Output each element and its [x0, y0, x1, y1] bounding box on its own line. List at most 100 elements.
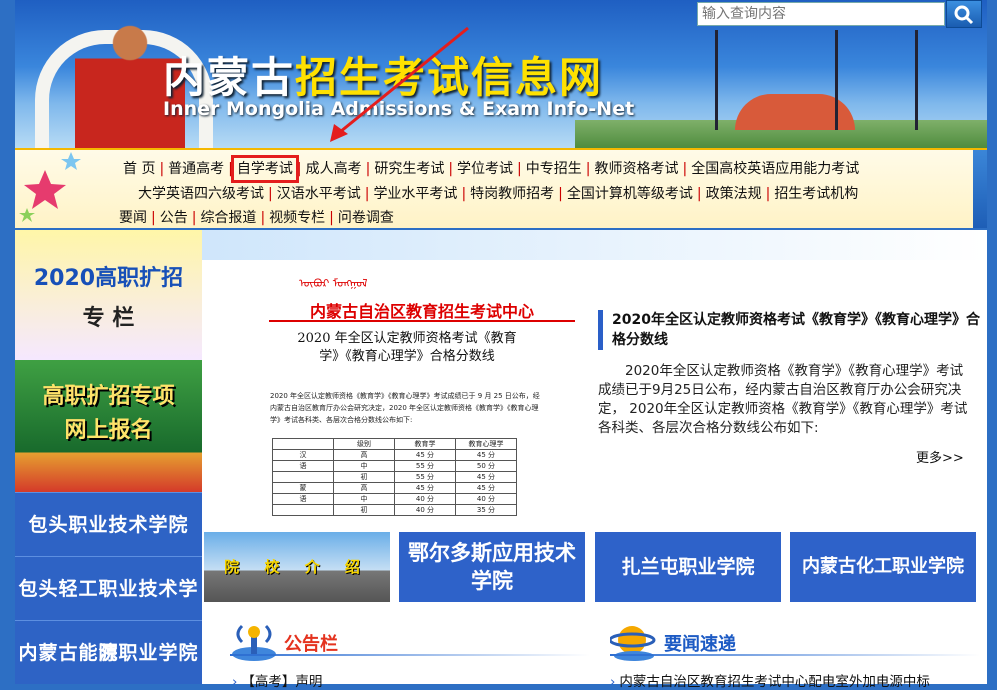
- bullet-icon: ›: [232, 674, 238, 690]
- main-nav: 首 页 | 普通高考 | 自学考试 | 成人高考 | 研究生考试 | 学位考试 | 中专招生 | 教师资格考…: [15, 148, 987, 228]
- nav-item[interactable]: 首 页: [123, 161, 155, 177]
- table-header-cell: [272, 438, 334, 450]
- table-cell: 45 分: [455, 471, 517, 483]
- news-document-image[interactable]: ᠥᠪᠦᠷ ᠮᠣᠩᠭᠣᠯ 内蒙古自治区教育招生考试中心 2020 年全区认定教师资…: [224, 260, 580, 556]
- sidebar-college-list: 包头职业技术学院 包头轻工职业技术学院 内蒙古能源职业学院: [15, 492, 202, 684]
- nav-item[interactable]: 教师资格考试: [594, 161, 678, 177]
- table-cell: 初: [333, 504, 395, 516]
- news-header-line: [610, 654, 980, 656]
- headline-title[interactable]: 2020年全区认定教师资格考试《教育学》《教育心理学》合格分数线: [598, 310, 987, 350]
- nav-item[interactable]: 学位考试: [457, 161, 513, 177]
- table-cell: 45 分: [394, 449, 456, 461]
- banner-flag-pole: [835, 30, 838, 130]
- nav-item[interactable]: 大学英语四六级考试: [138, 186, 264, 202]
- nav-separator: |: [682, 161, 688, 177]
- nav-item[interactable]: 自学考试: [230, 155, 299, 183]
- banner-flag-pole: [715, 30, 718, 130]
- promo2-line2: 网上报名: [64, 418, 153, 443]
- table-cell: 55 分: [394, 471, 456, 483]
- search-icon: [954, 5, 974, 25]
- nav-item[interactable]: 视频专栏: [269, 210, 325, 226]
- doc-body: 2020 年全区认定教师资格《教育学》《教育心理学》考试成绩已于 9 月 25 …: [270, 392, 540, 424]
- site-title-part2: 招生考试信息网: [295, 53, 604, 102]
- doc-title-line2: 学》《教育心理学》合格分数线: [319, 349, 495, 364]
- nav-separator: |: [329, 210, 334, 226]
- sidebar-college-link[interactable]: 包头轻工职业技术学院: [15, 556, 202, 664]
- college-banner-chemical[interactable]: 内蒙古化工职业学院: [790, 532, 976, 602]
- news-item[interactable]: › 内蒙古自治区教育招生考试中心配电室外加电源中标: [610, 670, 980, 690]
- table-header-cell: 教育心理学: [455, 438, 517, 450]
- nav-separator: |: [448, 161, 454, 177]
- doc-org-name: 内蒙古自治区教育招生考试中心: [309, 302, 534, 321]
- table-cell: 40 分: [394, 504, 456, 516]
- table-cell: 45 分: [455, 482, 517, 494]
- nav-row-1: 首 页 | 普通高考 | 自学考试 | 成人高考 | 研究生考试 | 学位考试 | 中专招生 | 教师资格考…: [123, 155, 859, 183]
- star-decoration-icon: [19, 152, 81, 222]
- nav-item[interactable]: 问卷调查: [338, 210, 394, 226]
- nav-item[interactable]: 招生考试机构: [774, 186, 858, 202]
- content-top-band: [202, 230, 987, 260]
- more-link[interactable]: 更多>>: [916, 447, 964, 466]
- doc-title: 2020 年全区认定教师资格考试《教育 学》《教育心理学》合格分数线: [282, 330, 532, 366]
- college-banner-ordos[interactable]: 鄂尔多斯应用技术学院: [399, 532, 585, 602]
- nav-side-band: [973, 150, 987, 228]
- nav-item[interactable]: 特岗教师招考: [470, 186, 554, 202]
- nav-item[interactable]: 成人高考: [306, 161, 362, 177]
- search-button[interactable]: [946, 0, 982, 28]
- nav-separator: |: [159, 161, 165, 177]
- doc-mongolian-text: ᠥᠪᠦᠷ ᠮᠣᠩᠭᠣᠯ: [299, 277, 368, 290]
- nav-separator: |: [765, 186, 771, 202]
- nav-separator: |: [365, 161, 371, 177]
- table-cell: 35 分: [455, 504, 517, 516]
- nav-separator: |: [296, 161, 302, 177]
- table-cell: 初: [333, 471, 395, 483]
- table-cell: 45 分: [455, 449, 517, 461]
- nav-item[interactable]: 综合报道: [200, 210, 256, 226]
- nav-item[interactable]: 学业水平考试: [373, 186, 457, 202]
- table-cell: 50 分: [455, 460, 517, 472]
- promo-gaozhi-kuozhao-column[interactable]: 2020高职扩招 专 栏: [15, 230, 202, 360]
- nav-item[interactable]: 政策法规: [706, 186, 762, 202]
- nav-separator: |: [364, 186, 370, 202]
- table-row: 语中 55 分 50 分: [272, 460, 517, 472]
- table-cell: 高: [333, 449, 395, 461]
- sidebar-college-link[interactable]: 包头职业技术学院: [15, 492, 202, 556]
- nav-separator: |: [558, 186, 563, 202]
- nav-separator: |: [517, 161, 522, 177]
- nav-item[interactable]: 公告: [160, 210, 188, 226]
- table-cell: 中: [333, 460, 395, 472]
- site-subtitle: Inner Mongolia Admissions & Exam Info-Ne…: [163, 98, 635, 120]
- globe-icon: [610, 626, 656, 661]
- nav-separator: |: [461, 186, 467, 202]
- nav-item[interactable]: 普通高考: [168, 161, 224, 177]
- college-banner-zhalantun[interactable]: 扎兰屯职业学院: [595, 532, 781, 602]
- nav-item[interactable]: 汉语水平考试: [277, 186, 361, 202]
- table-cell: 蒙: [272, 482, 334, 494]
- table-cell: 汉: [272, 449, 334, 461]
- nav-item[interactable]: 全国计算机等级考试: [567, 186, 693, 202]
- doc-red-divider: [269, 320, 575, 322]
- college-intro-banner[interactable]: 院 校 介 绍: [204, 532, 390, 602]
- headline-description: 2020年全区认定教师资格《教育学》《教育心理学》考试成绩已于9月25日公布，经…: [598, 363, 968, 436]
- promo-online-registration[interactable]: 高职扩招专项 网上报名: [15, 360, 202, 492]
- nav-item[interactable]: 研究生考试: [374, 161, 444, 177]
- notice-item-text: 【高考】声明: [241, 674, 323, 690]
- notice-header-line: [230, 654, 590, 656]
- table-cell: [272, 471, 334, 483]
- search-input[interactable]: [697, 2, 945, 26]
- notice-board-label: 公告栏: [284, 634, 338, 655]
- banner-flag-pole: [915, 30, 918, 130]
- nav-item[interactable]: 要闻: [119, 210, 147, 226]
- notice-item[interactable]: › 【高考】声明: [232, 670, 592, 690]
- nav-separator: |: [151, 210, 156, 226]
- nav-item[interactable]: 全国高校英语应用能力考试: [691, 161, 859, 177]
- promo1-line2: 专 栏: [82, 306, 135, 331]
- sidebar-college-link[interactable]: 内蒙古能源职业学院: [15, 620, 202, 684]
- main-content: ᠥᠪᠦᠷ ᠮᠣᠩᠭᠣᠯ 内蒙古自治区教育招生考试中心 2020 年全区认定教师资…: [202, 230, 987, 690]
- nav-row-3: 要闻 | 公告 | 综合报道 | 视频专栏 | 问卷调查: [119, 207, 394, 227]
- nav-item[interactable]: 中专招生: [526, 161, 582, 177]
- table-cell: [272, 504, 334, 516]
- promo2-text: 高职扩招专项 网上报名: [15, 380, 202, 448]
- nav-separator: |: [260, 210, 266, 226]
- table-row: 蒙高 45 分 45 分: [272, 482, 517, 494]
